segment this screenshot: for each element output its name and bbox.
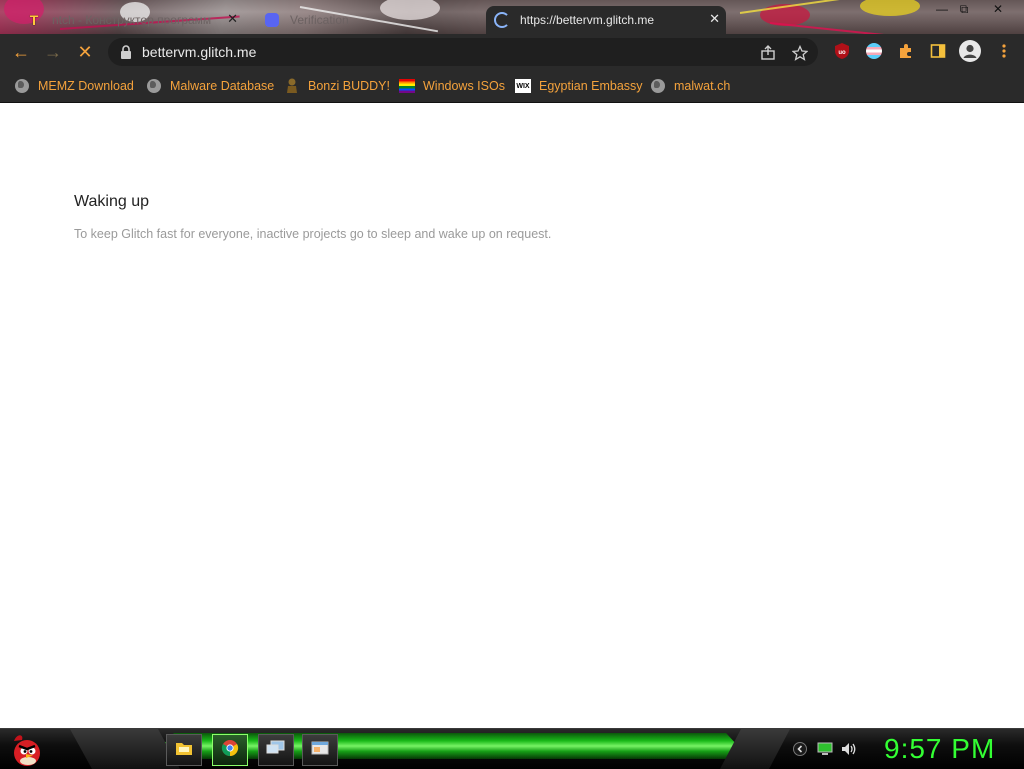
bookmark-malware-database[interactable]: Malware Database — [146, 77, 274, 95]
maximize-button[interactable]: ⧉ — [954, 2, 974, 16]
lock-icon — [120, 45, 132, 64]
page-heading: Waking up — [74, 193, 149, 210]
bookmark-star-icon[interactable] — [792, 45, 808, 61]
taskbar: 9:57 PM — [0, 728, 1024, 769]
bookmarks-bar: MEMZ Download Malware Database Bonzi BUD… — [0, 70, 1024, 103]
chrome-icon — [221, 739, 239, 762]
bookmark-label: Malware Database — [170, 79, 275, 93]
bookmark-windows-isos[interactable]: Windows ISOs — [399, 77, 505, 95]
taskbar-window[interactable] — [302, 734, 338, 766]
tab-konstruktor[interactable]: T ntch - Конструктор программ ✕ — [18, 6, 244, 34]
taskbar-clock[interactable]: 9:57 PM — [884, 733, 995, 765]
tab-title: https://bettervm.glitch.me — [520, 13, 655, 27]
trans-flag-extension-icon[interactable] — [865, 42, 883, 60]
bookmark-memz-download[interactable]: MEMZ Download — [14, 77, 134, 95]
globe-icon — [14, 78, 30, 94]
tab-bettervm[interactable]: https://bettervm.glitch.me ✕ — [486, 6, 726, 34]
ublock-origin-icon[interactable]: uo — [833, 42, 851, 60]
bookmark-label: Bonzi BUDDY! — [308, 79, 390, 93]
bonzi-icon — [284, 78, 300, 94]
show-hidden-icons-chevron-icon[interactable] — [792, 742, 808, 756]
bookmark-label: Egyptian Embassy — [539, 79, 643, 93]
tab-title: Verification — [290, 13, 349, 27]
tab-title: ntch - Конструктор программ — [52, 13, 212, 27]
wallpaper-splat — [860, 0, 920, 16]
close-window-button[interactable]: ✕ — [988, 2, 1008, 16]
taskbar-chrome[interactable] — [212, 734, 248, 766]
tab-verification[interactable]: Verification — [256, 6, 482, 34]
bookmark-label: MEMZ Download — [38, 79, 134, 93]
network-monitor-icon[interactable] — [817, 742, 833, 756]
volume-icon[interactable] — [841, 742, 857, 756]
ublock-label: uo — [838, 50, 846, 56]
side-panel-icon[interactable] — [929, 42, 947, 60]
file-explorer-icon — [175, 740, 193, 761]
tab-strip: T ntch - Конструктор программ ✕ Verifica… — [0, 0, 1024, 34]
discord-icon — [264, 12, 280, 28]
browser-toolbar: ← → ✕ bettervm.glitch.me uo — [0, 34, 1024, 70]
taskbar-remote-desktop[interactable] — [258, 734, 294, 766]
stop-loading-button[interactable]: ✕ — [74, 41, 96, 63]
window-icon — [311, 740, 329, 761]
profile-avatar-icon[interactable] — [959, 40, 981, 62]
forward-button[interactable]: → — [42, 41, 64, 63]
globe-icon — [146, 78, 162, 94]
t-logo-icon: T — [29, 12, 39, 28]
url-text[interactable]: bettervm.glitch.me — [142, 44, 256, 60]
minimize-button[interactable]: — — [932, 2, 952, 16]
page-description: To keep Glitch fast for everyone, inacti… — [74, 227, 552, 241]
bookmark-malwatch[interactable]: malwat.ch — [650, 77, 730, 95]
wix-icon: WIX — [515, 78, 531, 94]
bookmark-label: malwat.ch — [674, 79, 731, 93]
remote-desktop-icon — [266, 740, 286, 761]
menu-kebab-icon[interactable] — [995, 42, 1013, 60]
taskbar-file-explorer[interactable] — [166, 734, 202, 766]
share-icon[interactable] — [760, 45, 776, 61]
globe-icon — [650, 78, 666, 94]
page-content: Waking up To keep Glitch fast for everyo… — [0, 103, 1024, 728]
back-button[interactable]: ← — [10, 41, 32, 63]
address-bar[interactable]: bettervm.glitch.me — [108, 38, 818, 66]
start-button-angry-bird-icon[interactable] — [8, 731, 44, 767]
close-tab-icon[interactable]: ✕ — [227, 11, 238, 27]
extensions-puzzle-icon[interactable] — [897, 42, 915, 60]
rainbow-flag-icon — [399, 78, 415, 94]
bookmark-bonzi-buddy[interactable]: Bonzi BUDDY! — [284, 77, 390, 95]
bookmark-egyptian-embassy[interactable]: WIX Egyptian Embassy — [515, 77, 643, 95]
taskbar-decoration — [70, 729, 180, 769]
bookmark-label: Windows ISOs — [423, 79, 505, 93]
close-tab-icon[interactable]: ✕ — [709, 11, 720, 27]
taskbar-decoration — [720, 729, 790, 769]
loading-spinner-icon — [494, 12, 510, 28]
